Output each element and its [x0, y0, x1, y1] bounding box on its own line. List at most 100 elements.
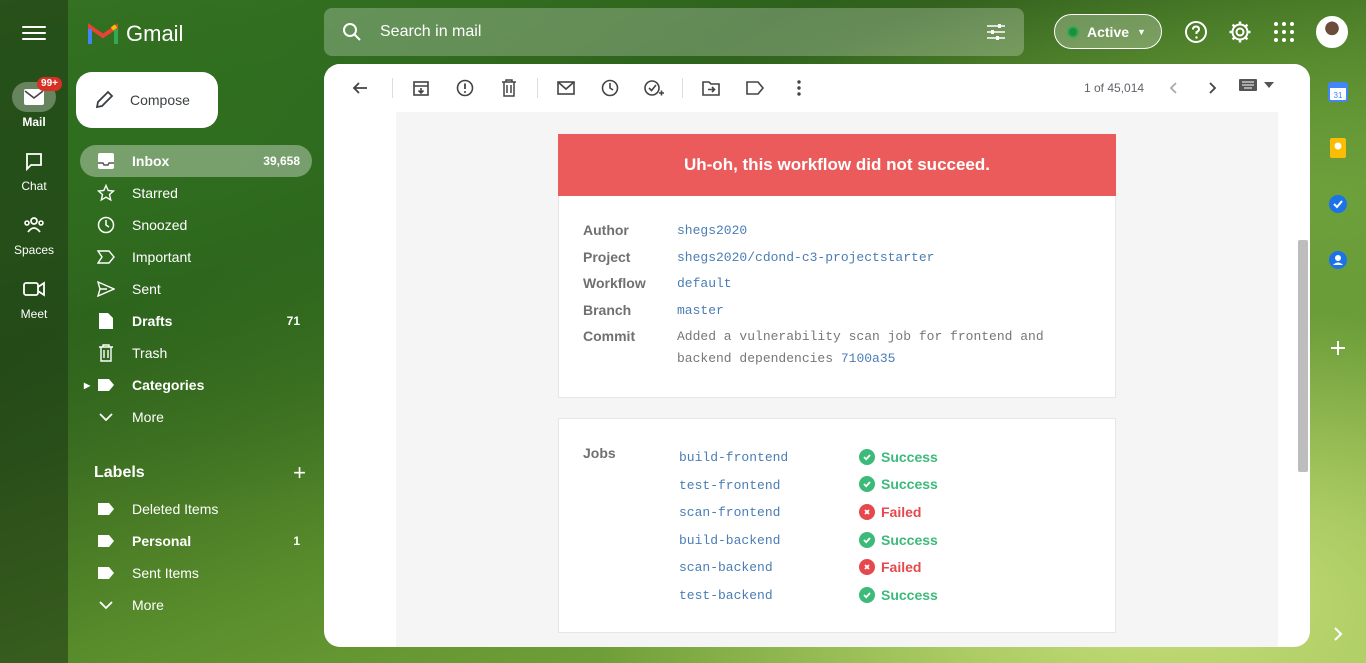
nav-item-sent[interactable]: Sent	[80, 273, 312, 305]
settings-gear-icon[interactable]	[1228, 20, 1252, 44]
trash-icon	[96, 343, 116, 363]
help-icon[interactable]	[1184, 20, 1208, 44]
add-task-icon[interactable]	[642, 76, 666, 100]
job-status-text: Success	[881, 449, 938, 465]
expand-arrow-icon[interactable]: ▶	[84, 381, 90, 390]
report-spam-icon[interactable]	[453, 76, 477, 100]
nav-label: Drafts	[132, 313, 173, 329]
nav-item-trash[interactable]: Trash	[80, 337, 312, 369]
nav-item-starred[interactable]: Starred	[80, 177, 312, 209]
workflow-details-card: Author shegs2020 Project shegs2020/cdond…	[558, 196, 1116, 398]
label-icon	[96, 499, 116, 519]
nav-label: More	[132, 409, 164, 425]
job-name[interactable]: scan-backend	[679, 560, 773, 575]
caret-down-icon	[1264, 82, 1274, 88]
search-bar[interactable]: Search in mail	[324, 8, 1024, 56]
workflow-label: Workflow	[583, 275, 646, 291]
label-item-sent-items[interactable]: Sent Items	[80, 557, 312, 589]
search-options-icon[interactable]	[986, 23, 1006, 41]
message-panel: 1 of 45,014 Uh-oh, this workflow did not…	[324, 64, 1310, 647]
older-chevron-left-icon[interactable]	[1162, 76, 1186, 100]
project-label: Project	[583, 249, 631, 265]
author-label: Author	[583, 222, 629, 238]
job-status: Success	[859, 476, 938, 492]
job-status: Failed	[859, 559, 921, 575]
success-icon	[859, 476, 875, 492]
apps-grid-icon[interactable]	[1272, 20, 1296, 44]
failed-icon	[859, 559, 875, 575]
message-toolbar: 1 of 45,014	[324, 64, 1310, 112]
nav-count: 39,658	[263, 154, 300, 168]
label-icon	[96, 375, 116, 395]
back-arrow-icon[interactable]	[348, 76, 372, 100]
scrollbar[interactable]	[1298, 240, 1308, 472]
get-addons-plus-icon[interactable]	[1326, 336, 1350, 360]
rail-item-chat[interactable]: Chat	[0, 146, 68, 193]
job-name[interactable]: test-backend	[679, 588, 773, 603]
input-tools-button[interactable]	[1238, 78, 1274, 92]
label-item-personal[interactable]: Personal 1	[80, 525, 312, 557]
compose-label: Compose	[130, 92, 190, 108]
add-label-icon[interactable]: +	[293, 460, 306, 486]
branch-link[interactable]: master	[677, 303, 724, 318]
archive-icon[interactable]	[409, 76, 433, 100]
label-as-icon[interactable]	[743, 76, 767, 100]
project-link[interactable]: shegs2020/cdond-c3-projectstarter	[677, 250, 934, 265]
nav-item-more[interactable]: More	[80, 401, 312, 433]
expand-panel-chevron-icon[interactable]	[1326, 622, 1350, 646]
account-avatar[interactable]	[1316, 16, 1348, 48]
job-status-text: Success	[881, 532, 938, 548]
search-icon[interactable]	[342, 22, 362, 42]
nav-item-important[interactable]: Important	[80, 241, 312, 273]
label-name: Deleted Items	[132, 501, 219, 517]
nav-item-drafts[interactable]: Drafts 71	[80, 305, 312, 337]
rail-item-meet[interactable]: Meet	[0, 274, 68, 321]
clock-icon	[96, 215, 116, 235]
main-menu-icon[interactable]	[22, 22, 46, 42]
workflow-status-banner: Uh-oh, this workflow did not succeed.	[558, 134, 1116, 196]
branch-label: Branch	[583, 302, 632, 318]
tasks-icon[interactable]	[1326, 192, 1350, 216]
svg-text:31: 31	[1334, 91, 1343, 100]
move-to-folder-icon[interactable]	[699, 76, 723, 100]
gmail-m-icon	[88, 23, 118, 44]
labels-list: Deleted Items Personal 1 Sent Items More	[80, 493, 312, 621]
snooze-clock-icon[interactable]	[598, 76, 622, 100]
more-options-icon[interactable]	[787, 76, 811, 100]
nav-item-snoozed[interactable]: Snoozed	[80, 209, 312, 241]
rail-item-spaces[interactable]: Spaces	[0, 210, 68, 257]
nav-label: Snoozed	[132, 217, 188, 233]
author-link[interactable]: shegs2020	[677, 223, 747, 238]
send-icon	[96, 279, 116, 299]
compose-button[interactable]: Compose	[76, 72, 218, 128]
draft-icon	[96, 311, 116, 331]
job-name[interactable]: build-backend	[679, 533, 780, 548]
job-name[interactable]: build-frontend	[679, 450, 788, 465]
rail-item-mail[interactable]: 99+ Mail	[0, 77, 68, 129]
job-name[interactable]: scan-frontend	[679, 505, 780, 520]
job-name[interactable]: test-frontend	[679, 478, 780, 493]
chat-icon	[12, 146, 56, 176]
nav-item-categories[interactable]: ▶ Categories	[80, 369, 312, 401]
status-dropdown[interactable]: Active ▼	[1054, 14, 1162, 49]
video-camera-icon	[12, 274, 56, 304]
status-label: Active	[1087, 23, 1130, 40]
search-input[interactable]: Search in mail	[380, 23, 986, 41]
mark-unread-icon[interactable]	[554, 76, 578, 100]
nav-label: Important	[132, 249, 192, 265]
commit-message: Added a vulnerability scan job for front…	[677, 326, 1097, 370]
gmail-logo[interactable]: Gmail	[88, 21, 183, 47]
label-item-more[interactable]: More	[80, 589, 312, 621]
commit-hash-link[interactable]: 7100a35	[841, 351, 896, 366]
nav-label: Inbox	[132, 153, 170, 169]
job-status: Success	[859, 532, 938, 548]
keyboard-icon	[1239, 79, 1257, 91]
delete-icon[interactable]	[497, 76, 521, 100]
workflow-link[interactable]: default	[677, 276, 732, 291]
label-item-deleted-items[interactable]: Deleted Items	[80, 493, 312, 525]
contacts-icon[interactable]	[1326, 248, 1350, 272]
nav-item-inbox[interactable]: Inbox 39,658	[80, 145, 312, 177]
newer-chevron-right-icon[interactable]	[1200, 76, 1224, 100]
calendar-icon[interactable]: 31	[1326, 80, 1350, 104]
keep-icon[interactable]	[1326, 136, 1350, 160]
